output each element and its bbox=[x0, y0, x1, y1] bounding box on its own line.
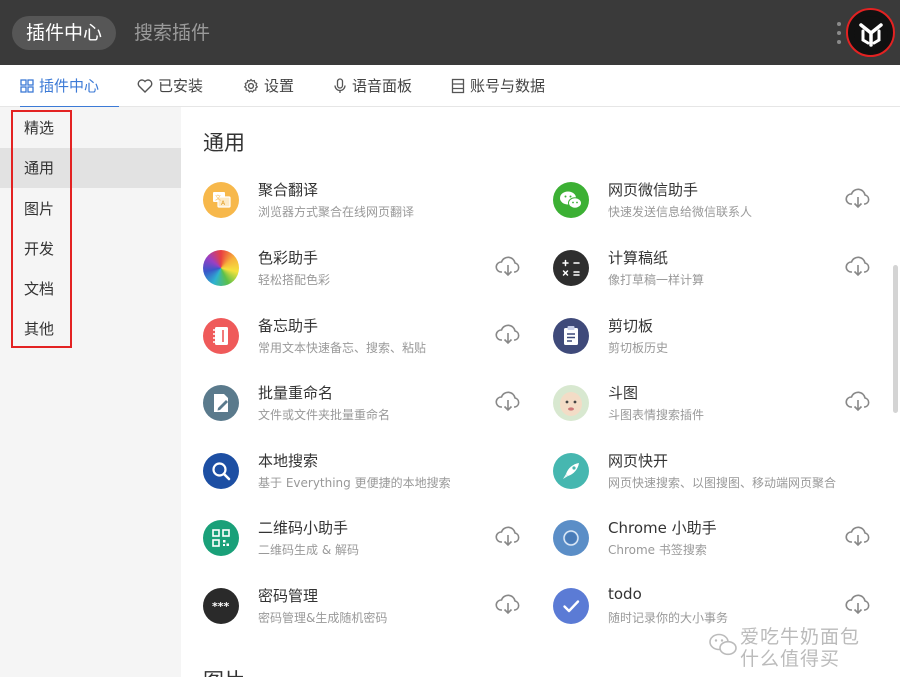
plugin-name: 色彩助手 bbox=[258, 249, 319, 267]
tab-bar: 插件中心 已安装 设置 语音面板 账号与数据 bbox=[0, 65, 900, 108]
gear-icon bbox=[243, 78, 259, 94]
watermark: 爱吃牛奶面包 什么值得买 bbox=[708, 622, 894, 670]
tab-installed[interactable]: 已安装 bbox=[137, 65, 203, 106]
rename-icon bbox=[203, 385, 239, 421]
plugin-desc: 网页快速搜索、以图搜图、移动端网页聚合 bbox=[608, 476, 837, 490]
plugin-desc: Chrome 书签搜索 bbox=[608, 543, 707, 557]
plugin-item[interactable]: 批量重命名 文件或文件夹批量重命名 bbox=[203, 382, 523, 438]
highlight-box bbox=[11, 110, 72, 348]
plugin-name: todo bbox=[608, 585, 642, 603]
plugin-item[interactable]: Chrome 小助手 Chrome 书签搜索 bbox=[553, 517, 873, 573]
plugin-name: Chrome 小助手 bbox=[608, 519, 717, 537]
heart-icon bbox=[137, 78, 153, 93]
plugin-item[interactable]: 网页快开 网页快速搜索、以图搜图、移动端网页聚合 bbox=[553, 450, 873, 506]
download-cloud-icon[interactable] bbox=[495, 390, 521, 412]
rocket-icon bbox=[553, 453, 589, 489]
yuanli-logo-icon[interactable] bbox=[846, 8, 895, 57]
plugin-name: 二维码小助手 bbox=[258, 519, 349, 537]
download-cloud-icon[interactable] bbox=[845, 390, 871, 412]
download-cloud-icon[interactable] bbox=[845, 187, 871, 209]
plugin-name: 计算稿纸 bbox=[608, 249, 669, 267]
download-cloud-icon[interactable] bbox=[845, 255, 871, 277]
plugin-item[interactable]: 二维码小助手 二维码生成 & 解码 bbox=[203, 517, 523, 573]
watermark-site: 什么值得买 bbox=[740, 648, 841, 670]
plugin-item[interactable]: *** 密码管理 密码管理&生成随机密码 bbox=[203, 585, 523, 641]
password-icon: *** bbox=[203, 588, 239, 624]
plugin-desc: 浏览器方式聚合在线网页翻译 bbox=[258, 205, 415, 219]
download-cloud-icon[interactable] bbox=[495, 255, 521, 277]
plugin-name: 聚合翻译 bbox=[258, 181, 319, 199]
qrcode-icon bbox=[203, 520, 239, 556]
plugin-desc: 快速发送信息给微信联系人 bbox=[608, 205, 753, 219]
wechat-watermark-icon bbox=[709, 633, 737, 656]
tab-plugin-center[interactable]: 插件中心 bbox=[20, 65, 119, 108]
wechat-icon bbox=[553, 182, 589, 218]
top-bar: 插件中心 bbox=[0, 0, 900, 65]
section-title: 图片 bbox=[203, 665, 245, 677]
plugin-item[interactable]: 计算稿纸 像打草稿一样计算 bbox=[553, 247, 873, 303]
check-icon bbox=[553, 588, 589, 624]
color-wheel-icon bbox=[203, 250, 239, 286]
database-icon bbox=[451, 78, 465, 94]
plugin-desc: 轻松搭配色彩 bbox=[258, 273, 331, 287]
chrome-icon bbox=[553, 520, 589, 556]
plugin-item[interactable]: 网页微信助手 快速发送信息给微信联系人 bbox=[553, 179, 873, 235]
plugin-name: 网页快开 bbox=[608, 452, 669, 470]
plugin-name: 网页微信助手 bbox=[608, 181, 699, 199]
plugin-item[interactable]: 备忘助手 常用文本快速备忘、搜索、粘贴 bbox=[203, 315, 523, 371]
baby-face-icon bbox=[553, 385, 589, 421]
plugin-item[interactable]: 色彩助手 轻松搭配色彩 bbox=[203, 247, 523, 303]
tab-label: 账号与数据 bbox=[470, 77, 546, 95]
download-cloud-icon[interactable] bbox=[495, 323, 521, 345]
plugin-desc: 基于 Everything 更便捷的本地搜索 bbox=[258, 476, 451, 490]
plugin-name: 剪切板 bbox=[608, 317, 654, 335]
more-menu-icon[interactable] bbox=[834, 20, 844, 46]
plugin-desc: 剪切板历史 bbox=[608, 341, 669, 355]
tab-account-data[interactable]: 账号与数据 bbox=[451, 65, 545, 106]
plugin-list: 通用 文A 聚合翻译 浏览器方式聚合在线网页翻译 网页微信助手 快速发送信息给微… bbox=[181, 107, 900, 677]
scrollbar[interactable] bbox=[893, 265, 898, 413]
tab-label: 语音面板 bbox=[352, 77, 413, 95]
tab-label: 已安装 bbox=[158, 77, 204, 95]
plugin-desc: 斗图表情搜索插件 bbox=[608, 408, 705, 422]
plugin-desc: 密码管理&生成随机密码 bbox=[258, 611, 388, 625]
plugin-desc: 像打草稿一样计算 bbox=[608, 273, 705, 287]
download-cloud-icon[interactable] bbox=[845, 593, 871, 615]
plugin-item[interactable]: 本地搜索 基于 Everything 更便捷的本地搜索 bbox=[203, 450, 523, 506]
plugin-desc: 二维码生成 & 解码 bbox=[258, 543, 359, 557]
search-input[interactable] bbox=[134, 16, 654, 50]
plugin-name: 密码管理 bbox=[258, 587, 319, 605]
microphone-icon bbox=[333, 77, 347, 94]
plugin-name: 斗图 bbox=[608, 384, 639, 402]
svg-text:***: *** bbox=[212, 600, 230, 613]
plugin-item[interactable]: 文A 聚合翻译 浏览器方式聚合在线网页翻译 bbox=[203, 179, 523, 235]
clipboard-icon bbox=[553, 318, 589, 354]
download-cloud-icon[interactable] bbox=[495, 593, 521, 615]
translate-icon: 文A bbox=[203, 182, 239, 218]
plugin-name: 备忘助手 bbox=[258, 317, 319, 335]
plugin-desc: 文件或文件夹批量重命名 bbox=[258, 408, 391, 422]
plugin-item[interactable]: 剪切板 剪切板历史 bbox=[553, 315, 873, 371]
notebook-icon bbox=[203, 318, 239, 354]
plugin-desc: 常用文本快速备忘、搜索、粘贴 bbox=[258, 341, 427, 355]
download-cloud-icon[interactable] bbox=[495, 525, 521, 547]
calculator-icon bbox=[553, 250, 589, 286]
plugin-name: 批量重命名 bbox=[258, 384, 334, 402]
plugin-name: 本地搜索 bbox=[258, 452, 319, 470]
tab-voice-panel[interactable]: 语音面板 bbox=[333, 65, 412, 106]
tab-label: 设置 bbox=[264, 77, 295, 95]
plugin-center-pill[interactable]: 插件中心 bbox=[12, 16, 117, 50]
tab-label: 插件中心 bbox=[39, 77, 100, 95]
grid-icon bbox=[20, 78, 34, 93]
download-cloud-icon[interactable] bbox=[845, 525, 871, 547]
plugin-item[interactable]: 斗图 斗图表情搜索插件 bbox=[553, 382, 873, 438]
section-title: 通用 bbox=[203, 131, 245, 155]
tab-settings[interactable]: 设置 bbox=[243, 65, 294, 106]
magnifier-icon bbox=[203, 453, 239, 489]
